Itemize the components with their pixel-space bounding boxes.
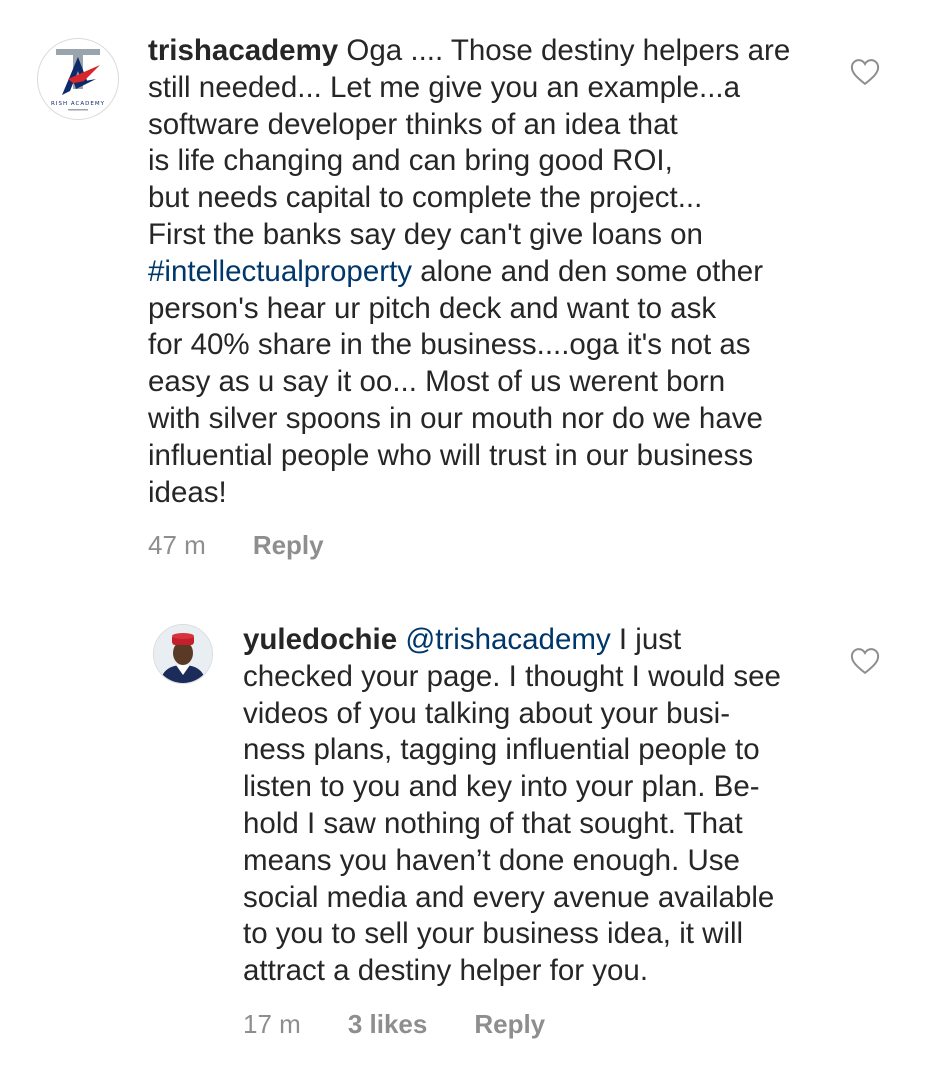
- comment-username[interactable]: trishacademy: [148, 34, 338, 67]
- likes-count[interactable]: 3 likes: [348, 1009, 428, 1040]
- like-heart-icon[interactable]: [850, 58, 880, 86]
- comment-meta: 17 m 3 likes Reply: [243, 1009, 545, 1040]
- like-heart-icon[interactable]: [850, 647, 880, 675]
- hashtag-link[interactable]: #intellectualproperty: [148, 255, 412, 288]
- avatar[interactable]: [153, 624, 213, 684]
- mention-link[interactable]: @trishacademy: [405, 623, 610, 656]
- comment-username[interactable]: yuledochie: [243, 623, 397, 656]
- reply-button[interactable]: Reply: [474, 1009, 545, 1040]
- reply-button[interactable]: Reply: [253, 530, 324, 561]
- profile-photo-icon: [154, 625, 212, 683]
- comment-time: 47 m: [148, 530, 206, 560]
- comment-text: trishacademy Oga .... Those destiny help…: [148, 34, 791, 509]
- comment-text: yuledochie @trishacademy I just checked …: [243, 623, 781, 988]
- avatar-text: RISH ACADEMY: [51, 101, 105, 107]
- avatar[interactable]: RISH ACADEMY: [37, 38, 119, 120]
- academy-logo-icon: RISH ACADEMY: [39, 40, 117, 118]
- comment-meta: 47 m Reply: [148, 530, 324, 561]
- comment-time: 17 m: [243, 1009, 301, 1039]
